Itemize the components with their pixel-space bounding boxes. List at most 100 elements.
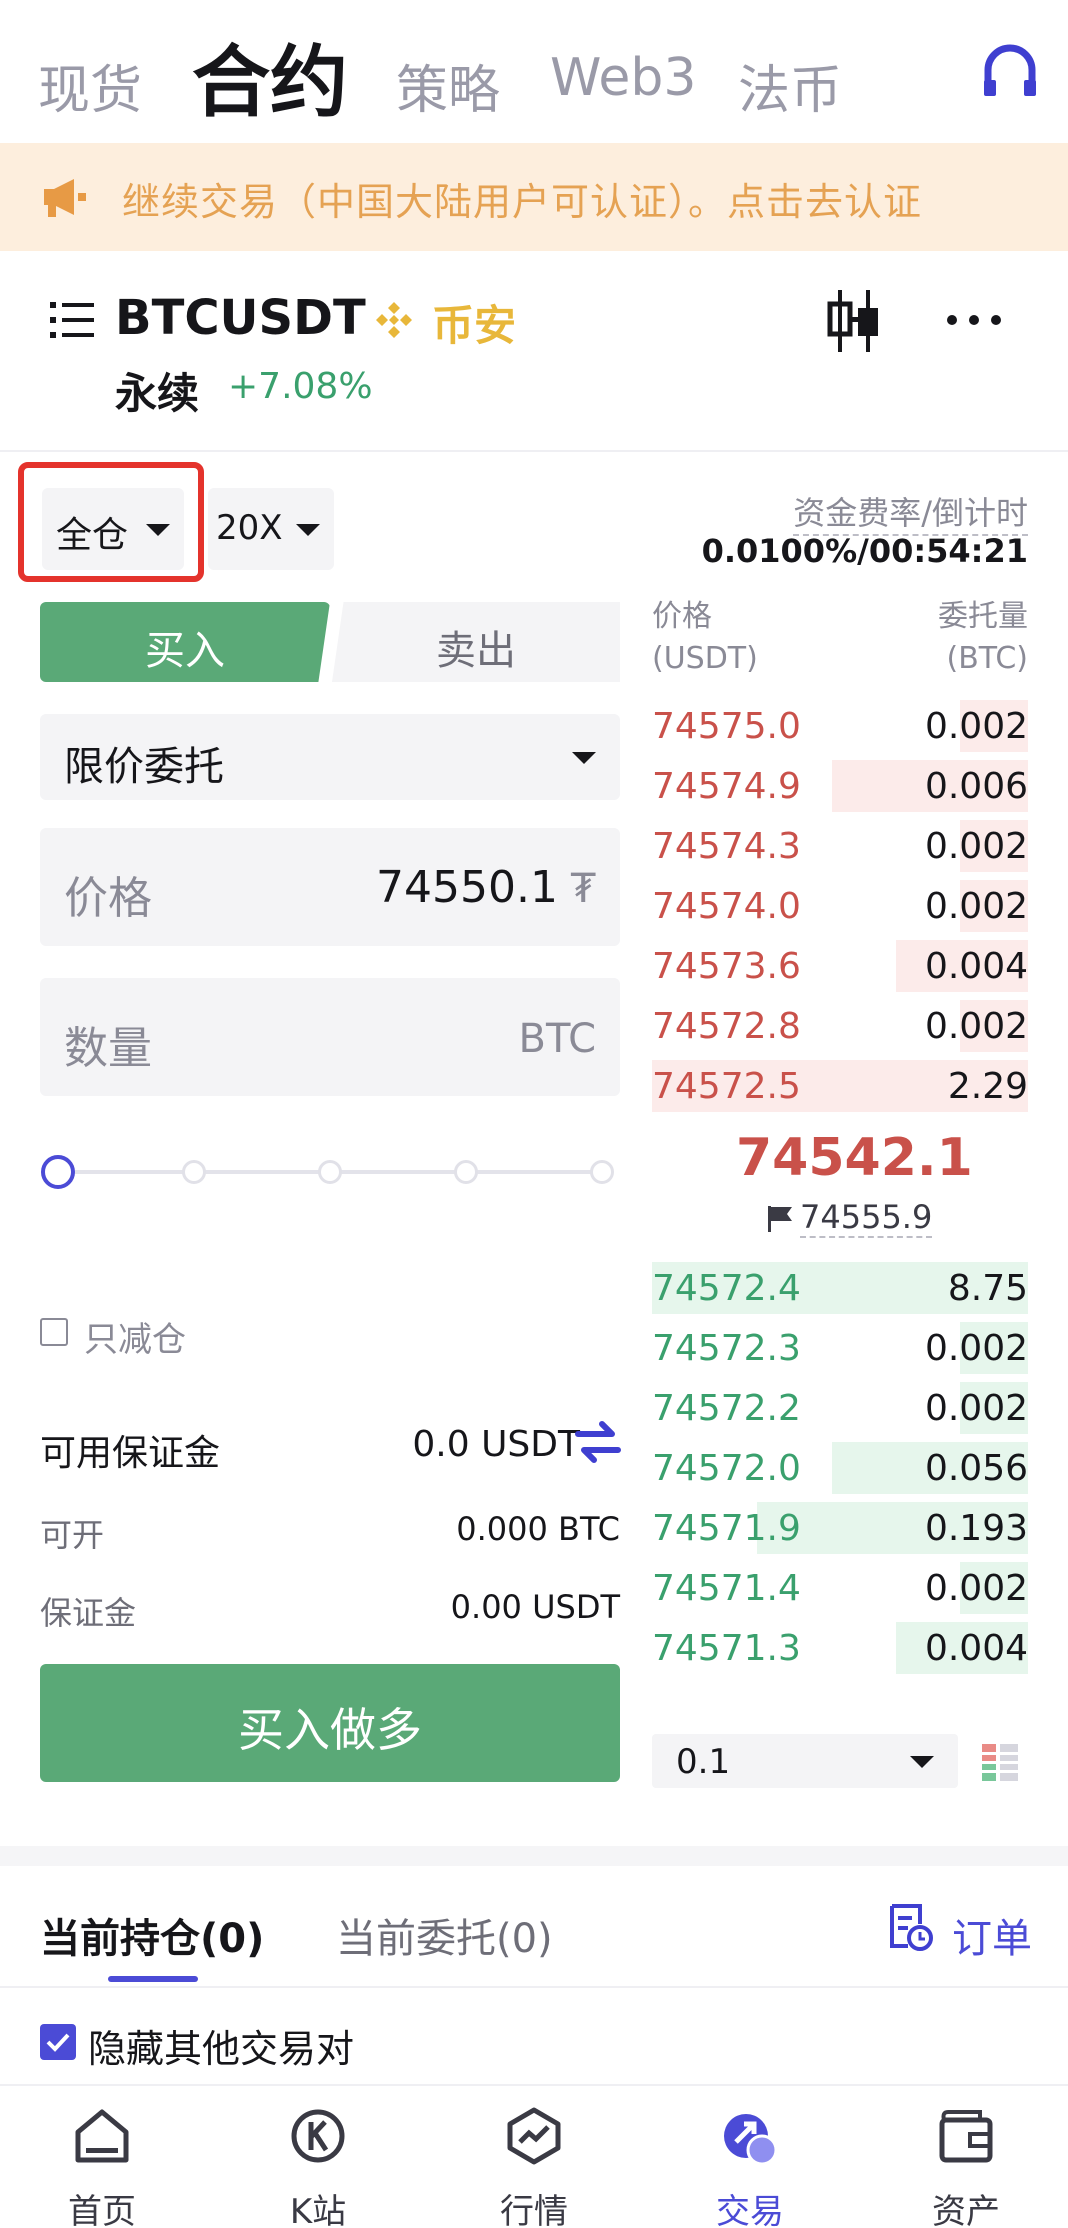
ask-row[interactable]: 74573.6 0.004	[652, 938, 1028, 994]
transfer-icon[interactable]	[574, 1420, 622, 1464]
price-input[interactable]: 价格 74550.1 ₮	[40, 828, 620, 946]
hide-other-pairs-label: 隐藏其他交易对	[88, 2027, 355, 2071]
check-icon	[46, 2033, 70, 2052]
tab-futures[interactable]: 合约	[192, 20, 348, 132]
bid-price: 74572.2	[652, 1388, 801, 1429]
tab-current-positions[interactable]: 当前持仓(0)	[40, 1906, 264, 1964]
bid-row[interactable]: 74572.3 0.002	[652, 1320, 1028, 1376]
leverage-value: 20X	[216, 508, 283, 548]
ask-qty: 0.006	[924, 766, 1028, 807]
price-label: 价格	[64, 873, 152, 924]
slider-node-50[interactable]	[318, 1160, 342, 1184]
nav-assets-label: 资产	[932, 2192, 1000, 2228]
more-icon[interactable]	[944, 310, 1004, 330]
orders-link[interactable]: 订单	[952, 1906, 1032, 1964]
ask-price: 74572.8	[652, 1006, 801, 1047]
tabs-divider	[0, 1986, 1068, 1988]
ask-row[interactable]: 74572.8 0.002	[652, 998, 1028, 1054]
bid-qty: 0.002	[924, 1328, 1028, 1369]
ask-row[interactable]: 74574.0 0.002	[652, 878, 1028, 934]
tab-fiat[interactable]: 法币	[738, 48, 842, 123]
bid-qty: 0.056	[924, 1448, 1028, 1489]
ask-price: 74575.0	[652, 706, 801, 747]
megaphone-icon	[44, 179, 86, 217]
bid-price: 74572.4	[652, 1268, 801, 1309]
bid-row[interactable]: 74571.3 0.004	[652, 1620, 1028, 1676]
bid-row[interactable]: 74571.4 0.002	[652, 1560, 1028, 1616]
last-price: 74542.1	[736, 1128, 973, 1188]
ask-price: 74573.6	[652, 946, 801, 987]
precision-select[interactable]: 0.1	[652, 1734, 958, 1788]
mark-price[interactable]: 74555.9	[800, 1198, 933, 1238]
tab-strategy[interactable]: 策略	[396, 48, 500, 123]
nav-k-station-label: K站	[289, 2192, 347, 2228]
can-open-label: 可开	[40, 1516, 105, 1554]
nav-trade[interactable]: 交易	[670, 2086, 830, 2228]
nav-home[interactable]: 首页	[22, 2086, 182, 2228]
binance-icon	[376, 302, 412, 338]
slider-node-100[interactable]	[590, 1160, 614, 1184]
slider-node-75[interactable]	[454, 1160, 478, 1184]
notice-banner[interactable]: 继续交易（中国大陆用户可认证）。点击去认证	[0, 143, 1068, 251]
headset-icon[interactable]	[982, 44, 1038, 100]
home-icon	[75, 2109, 129, 2163]
nav-market[interactable]: 行情	[454, 2086, 614, 2228]
buy-tab[interactable]: 买入	[40, 602, 330, 682]
flag-icon	[768, 1206, 792, 1232]
bid-qty: 8.75	[947, 1268, 1028, 1309]
symbol-name[interactable]: BTCUSDT	[115, 290, 366, 346]
slider-node-25[interactable]	[182, 1160, 206, 1184]
bid-price: 74572.3	[652, 1328, 801, 1369]
order-type-select[interactable]: 限价委托	[40, 714, 620, 800]
ask-qty: 0.004	[924, 946, 1028, 987]
nav-k-station[interactable]: K站	[238, 2086, 398, 2228]
buy-long-button[interactable]: 买入做多	[40, 1664, 620, 1782]
chevron-down-icon	[296, 524, 320, 536]
orderbook-layout-icon[interactable]	[978, 1740, 1022, 1784]
bid-row[interactable]: 74572.4 8.75	[652, 1260, 1028, 1316]
buy-long-label: 买入做多	[238, 1703, 422, 1757]
quantity-label: 数量	[64, 1023, 152, 1074]
ask-row[interactable]: 74574.9 0.006	[652, 758, 1028, 814]
quantity-input[interactable]: 数量 BTC	[40, 978, 620, 1096]
price-value: 74550.1	[376, 862, 558, 913]
nav-market-label: 行情	[500, 2192, 568, 2228]
bid-row[interactable]: 74571.9 0.193	[652, 1500, 1028, 1556]
hide-other-pairs-checkbox[interactable]	[40, 2024, 76, 2060]
ask-price: 74574.9	[652, 766, 801, 807]
bid-row[interactable]: 74572.2 0.002	[652, 1380, 1028, 1436]
slider-handle[interactable]	[41, 1155, 75, 1189]
available-margin-value: 0.0 USDT	[412, 1424, 580, 1465]
list-icon[interactable]	[50, 300, 94, 340]
tab-current-orders[interactable]: 当前委托(0)	[336, 1906, 553, 1964]
can-open-value: 0.000 BTC	[456, 1510, 620, 1548]
leverage-select[interactable]: 20X	[208, 488, 334, 570]
bottom-nav: 首页 K站 行情 交易 资产	[0, 2084, 1068, 2228]
chevron-down-icon	[910, 1756, 934, 1768]
ask-price: 74574.3	[652, 826, 801, 867]
header-divider	[0, 450, 1068, 452]
margin-value: 0.00 USDT	[450, 1588, 620, 1626]
nav-assets[interactable]: 资产	[886, 2086, 1046, 2228]
ask-row[interactable]: 74575.0 0.002	[652, 698, 1028, 754]
exchange-name: 币安	[432, 301, 517, 350]
quantity-unit: BTC	[518, 1016, 596, 1062]
candlestick-icon[interactable]	[826, 290, 882, 352]
bid-price: 74571.3	[652, 1628, 801, 1669]
ask-row[interactable]: 74572.5 2.29	[652, 1058, 1028, 1114]
tab-spot[interactable]: 现货	[38, 48, 142, 123]
contract-type: 永续	[115, 369, 200, 418]
k-station-icon	[291, 2109, 345, 2163]
bid-qty: 0.002	[924, 1388, 1028, 1429]
funding-rate-value: 0.0100%/00:54:21	[701, 532, 1028, 570]
precision-value: 0.1	[676, 1742, 731, 1782]
tab-web3[interactable]: Web3	[550, 48, 696, 108]
top-tabs: 现货 合约 策略 Web3 法币	[0, 0, 1068, 142]
sell-tab[interactable]: 卖出	[332, 602, 620, 682]
funding-rate-label[interactable]: 资金费率/倒计时	[793, 488, 1028, 536]
orders-clock-icon[interactable]	[886, 1902, 934, 1952]
orderbook-price-head: 价格	[652, 599, 712, 634]
reduce-only-checkbox[interactable]	[40, 1318, 68, 1346]
ask-row[interactable]: 74574.3 0.002	[652, 818, 1028, 874]
bid-row[interactable]: 74572.0 0.056	[652, 1440, 1028, 1496]
